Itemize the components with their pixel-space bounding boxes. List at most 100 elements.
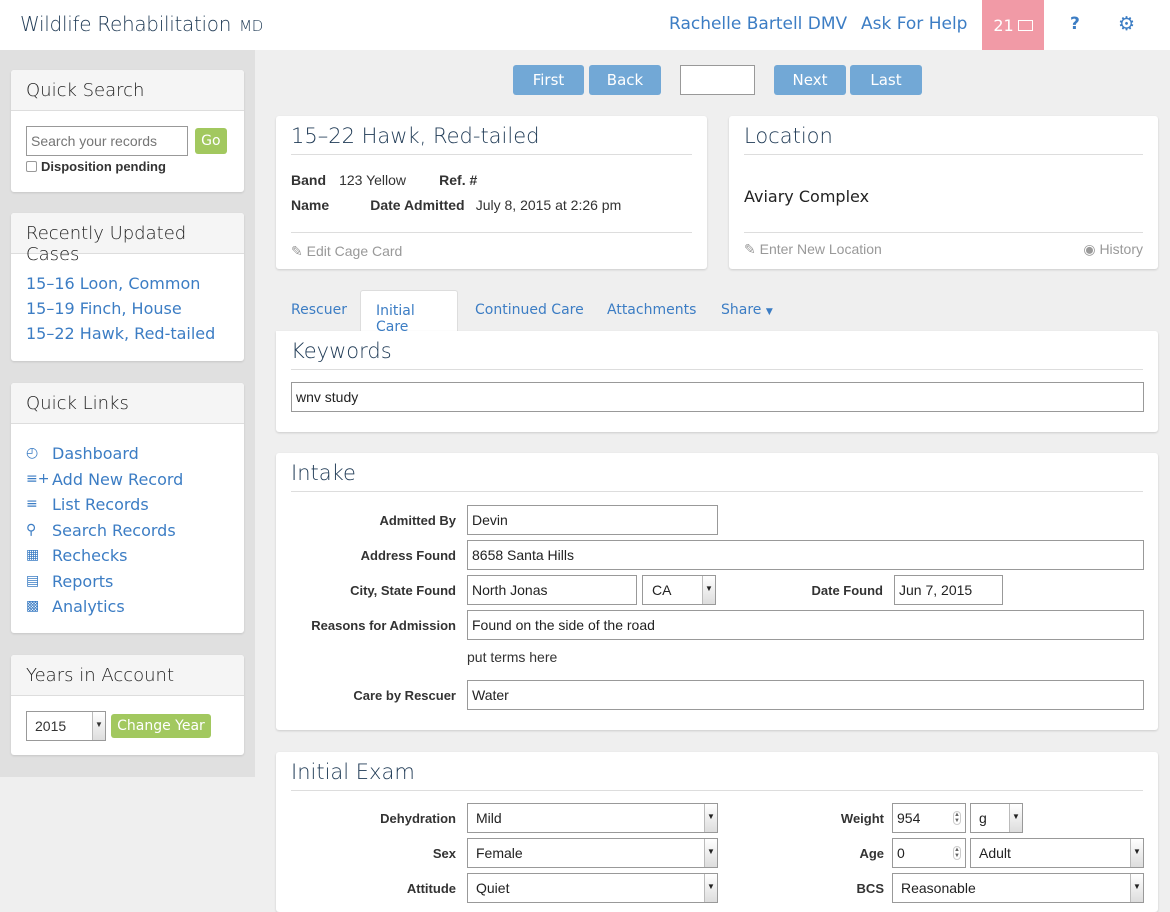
- help-link[interactable]: Ask For Help: [861, 14, 967, 34]
- selected-value: Female: [476, 845, 523, 861]
- eye-icon: ◉: [1083, 241, 1096, 257]
- years-panel: Years in Account 2015 ▼ Change Year: [11, 655, 244, 755]
- change-year-button[interactable]: Change Year: [111, 714, 211, 738]
- admitted-by-input[interactable]: [467, 505, 718, 535]
- bcs-label: BCS: [856, 881, 884, 896]
- gear-icon[interactable]: ⚙: [1118, 15, 1135, 34]
- attitude-label: Attitude: [406, 881, 456, 896]
- pencil-icon: ✎: [291, 243, 303, 259]
- panel-title: Years in Account: [11, 655, 244, 696]
- record-number-input[interactable]: [680, 65, 755, 95]
- sex-select[interactable]: Female ▼: [467, 838, 718, 868]
- tab-label: Share: [721, 302, 762, 318]
- selected-value: g: [979, 810, 987, 826]
- selected-value: Quiet: [476, 880, 510, 896]
- care-by-rescuer-input[interactable]: [467, 680, 1144, 710]
- search-input[interactable]: [26, 126, 188, 156]
- chevron-down-icon: ▼: [92, 712, 105, 740]
- top-bar: Wildlife Rehabilitation MD Rachelle Bart…: [0, 0, 1170, 50]
- tab-attachments[interactable]: Attachments: [592, 290, 711, 332]
- go-button[interactable]: Go: [195, 128, 227, 154]
- age-unit-select[interactable]: Adult ▼: [970, 838, 1144, 868]
- enter-new-location-link[interactable]: ✎ Enter New Location: [744, 241, 882, 258]
- tab-rescuer[interactable]: Rescuer: [276, 290, 362, 332]
- attitude-select[interactable]: Quiet ▼: [467, 873, 718, 903]
- link-label: Dashboard: [52, 444, 139, 463]
- age-value: 0: [897, 845, 905, 861]
- message-count: 21: [993, 15, 1014, 35]
- tab-continued-care[interactable]: Continued Care: [460, 290, 599, 332]
- year-select[interactable]: 2015 ▼: [26, 711, 106, 741]
- dehydration-select[interactable]: Mild ▼: [467, 803, 718, 833]
- disposition-checkbox[interactable]: [26, 161, 37, 172]
- panel-title: Recently Updated Cases: [11, 213, 244, 265]
- name-label: Name: [291, 197, 330, 213]
- sex-label: Sex: [432, 846, 456, 861]
- chevron-down-icon: ▼: [1009, 804, 1022, 832]
- question-icon[interactable]: ?: [1070, 14, 1080, 34]
- bcs-select[interactable]: Reasonable ▼: [892, 873, 1144, 903]
- selected-year: 2015: [35, 718, 67, 734]
- brand-suffix: MD: [239, 17, 264, 35]
- quick-search-panel: Quick Search Go Disposition pending: [11, 70, 244, 192]
- record-title: 15–22 Hawk, Red-tailed: [291, 124, 692, 155]
- keywords-input[interactable]: [291, 382, 1144, 412]
- quick-link-analytics[interactable]: ▩ Analytics: [26, 594, 229, 620]
- bar-chart-icon: ▩: [26, 598, 40, 614]
- link-label: Enter New Location: [759, 241, 882, 257]
- link-label: Edit Cage Card: [306, 243, 403, 259]
- city-input[interactable]: [467, 575, 637, 605]
- weight-unit-select[interactable]: g ▼: [970, 803, 1023, 833]
- keywords-title: Keywords: [291, 339, 1143, 370]
- search-icon: ⚲: [26, 521, 37, 538]
- quick-link-search-records[interactable]: ⚲ Search Records: [26, 518, 229, 544]
- selected-state: CA: [652, 582, 672, 598]
- quick-link-rechecks[interactable]: ▦ Rechecks: [26, 543, 229, 569]
- pencil-icon: ✎: [744, 241, 756, 257]
- address-found-input[interactable]: [467, 540, 1144, 570]
- first-button[interactable]: First: [513, 65, 584, 95]
- envelope-icon: [1017, 19, 1033, 31]
- last-button[interactable]: Last: [850, 65, 922, 95]
- recent-case-link[interactable]: 15–22 Hawk, Red-tailed: [26, 321, 229, 346]
- spinner-icon[interactable]: ▲ ▼: [953, 846, 961, 860]
- band-label: Band: [291, 172, 326, 188]
- quick-link-dashboard[interactable]: ◴ Dashboard: [26, 441, 229, 467]
- user-menu-link[interactable]: Rachelle Bartell DMV: [669, 14, 847, 34]
- checkbox-label: Disposition pending: [41, 159, 166, 174]
- back-button[interactable]: Back: [589, 65, 661, 95]
- weight-label: Weight: [840, 811, 884, 826]
- numbered-list-icon: ≡: [26, 496, 38, 512]
- link-label: Rechecks: [52, 546, 128, 565]
- quick-link-add-new-record[interactable]: ≡+ Add New Record: [26, 467, 229, 493]
- caret-down-icon: ▼: [765, 307, 773, 317]
- add-list-icon: ≡+: [26, 470, 50, 487]
- date-found-input[interactable]: [894, 575, 1003, 605]
- panel-title: Quick Links: [11, 383, 244, 424]
- panel-title: Quick Search: [11, 70, 244, 111]
- link-label: Reports: [52, 571, 114, 591]
- weight-input[interactable]: 954 ▲ ▼: [892, 803, 966, 833]
- age-input[interactable]: 0 ▲ ▼: [892, 838, 966, 868]
- tab-share[interactable]: Share ▼: [706, 290, 788, 332]
- quick-link-list-records[interactable]: ≡ List Records: [26, 492, 229, 518]
- history-link[interactable]: ◉ History: [1083, 241, 1143, 258]
- city-state-label: City, State Found: [350, 583, 456, 598]
- brand-logo[interactable]: Wildlife Rehabilitation MD: [20, 12, 263, 36]
- link-label: Search Records: [52, 520, 176, 540]
- intake-card: Intake Admitted By Address Found City, S…: [276, 453, 1158, 730]
- tab-initial-care[interactable]: Initial Care: [360, 290, 458, 335]
- calendar-icon: ▦: [26, 547, 40, 563]
- recent-case-link[interactable]: 15–16 Loon, Common: [26, 271, 229, 296]
- spinner-icon[interactable]: ▲ ▼: [953, 811, 961, 825]
- link-label: History: [1099, 241, 1143, 257]
- exam-title: Initial Exam: [291, 760, 1143, 791]
- chevron-down-icon: ▼: [1130, 839, 1143, 867]
- location-title: Location: [744, 124, 1143, 155]
- messages-button[interactable]: 21: [982, 0, 1044, 50]
- recent-case-link[interactable]: 15–19 Finch, House: [26, 296, 229, 321]
- quick-link-reports[interactable]: ▤ Reports: [26, 569, 229, 595]
- edit-cage-card-link[interactable]: ✎ Edit Cage Card: [291, 243, 402, 259]
- reasons-input[interactable]: [467, 610, 1144, 640]
- next-button[interactable]: Next: [774, 65, 846, 95]
